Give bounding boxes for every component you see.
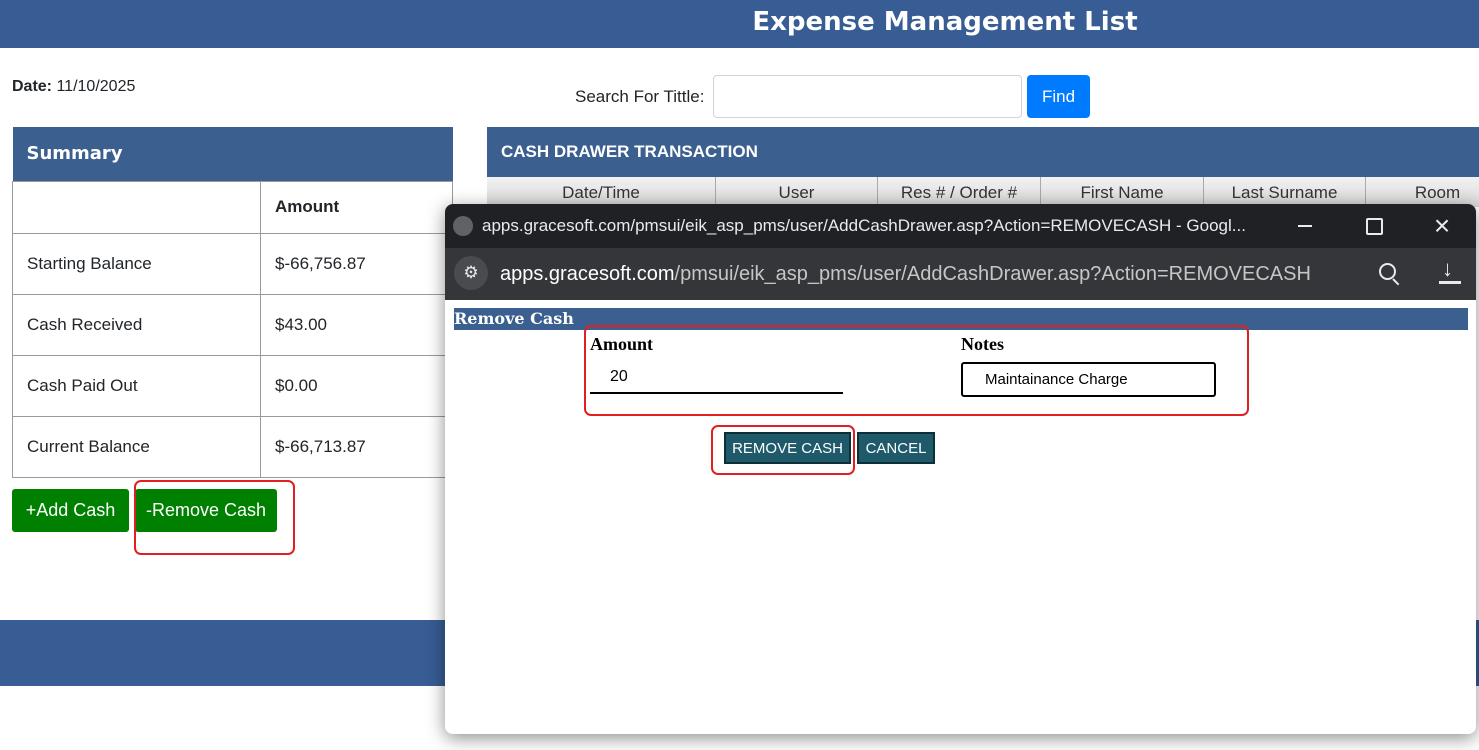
date-label: Date: xyxy=(12,78,53,95)
remove-cash-submit-highlight xyxy=(711,425,855,475)
popup-window-title: apps.gracesoft.com/pmsui/eik_asp_pms/use… xyxy=(482,216,1246,235)
page-header: Expense Management List xyxy=(0,0,1479,48)
summary-amount-header: Amount xyxy=(260,180,453,234)
column-header[interactable]: Last Surname xyxy=(1204,177,1366,207)
summary-row-value: $0.00 xyxy=(260,354,453,417)
column-header[interactable]: Res # / Order # xyxy=(878,177,1041,207)
remove-cash-highlight xyxy=(134,480,295,555)
cash-drawer-column-headers: Date/Time User Res # / Order # First Nam… xyxy=(487,177,1479,207)
close-icon[interactable]: × xyxy=(1424,210,1460,242)
summary-row-label: Cash Received xyxy=(12,293,261,356)
column-header[interactable]: User xyxy=(716,177,878,207)
summary-title: Summary xyxy=(12,127,453,181)
date-value: 11/10/2025 xyxy=(56,78,136,95)
search-label: Search For Tittle: xyxy=(575,87,705,106)
summary-row-label: Current Balance xyxy=(12,415,261,478)
popup-titlebar: apps.gracesoft.com/pmsui/eik_asp_pms/use… xyxy=(445,204,1476,248)
summary-row-label: Starting Balance xyxy=(12,232,261,295)
form-fields-highlight xyxy=(584,325,1249,416)
find-button[interactable]: Find xyxy=(1027,75,1090,118)
summary-row-value: $43.00 xyxy=(260,293,453,356)
column-header[interactable]: Date/Time xyxy=(487,177,716,207)
summary-row-value: $-66,713.87 xyxy=(260,415,453,478)
summary-header-row: Amount xyxy=(12,180,453,234)
site-settings-icon[interactable]: ⚙ xyxy=(454,256,488,290)
summary-row: Starting Balance $-66,756.87 xyxy=(12,232,453,295)
zoom-icon[interactable] xyxy=(1377,261,1403,287)
remove-cash-form: Remove Cash Amount Notes REMOVE CASH CAN… xyxy=(445,300,1476,734)
minimize-icon[interactable] xyxy=(1287,210,1323,242)
summary-row: Current Balance $-66,713.87 xyxy=(12,415,453,478)
column-header[interactable]: First Name xyxy=(1041,177,1204,207)
search-input[interactable] xyxy=(713,75,1022,118)
summary-row-value: $-66,756.87 xyxy=(260,232,453,295)
summary-row-label: Cash Paid Out xyxy=(12,354,261,417)
popup-window: apps.gracesoft.com/pmsui/eik_asp_pms/use… xyxy=(445,204,1476,734)
cancel-button[interactable]: CANCEL xyxy=(857,432,935,464)
globe-icon xyxy=(453,216,473,236)
url-host: apps.gracesoft.com xyxy=(500,263,675,285)
download-icon[interactable] xyxy=(1437,256,1463,287)
summary-table: Summary Amount Starting Balance $-66,756… xyxy=(12,127,453,478)
maximize-icon[interactable] xyxy=(1355,210,1391,242)
summary-header-blank xyxy=(12,180,261,234)
date-display: Date: 11/10/2025 xyxy=(12,78,135,96)
column-header[interactable]: Room xyxy=(1366,177,1479,207)
cash-drawer-title: CASH DRAWER TRANSACTION xyxy=(487,127,1479,177)
popup-url[interactable]: apps.gracesoft.com/pmsui/eik_asp_pms/use… xyxy=(500,263,1311,286)
summary-row: Cash Paid Out $0.00 xyxy=(12,354,453,417)
summary-row: Cash Received $43.00 xyxy=(12,293,453,356)
add-cash-button[interactable]: +Add Cash xyxy=(12,489,129,532)
popup-address-bar: ⚙ apps.gracesoft.com/pmsui/eik_asp_pms/u… xyxy=(445,248,1476,300)
url-path: /pmsui/eik_asp_pms/user/AddCashDrawer.as… xyxy=(674,263,1311,285)
page-title: Expense Management List xyxy=(752,7,1138,37)
